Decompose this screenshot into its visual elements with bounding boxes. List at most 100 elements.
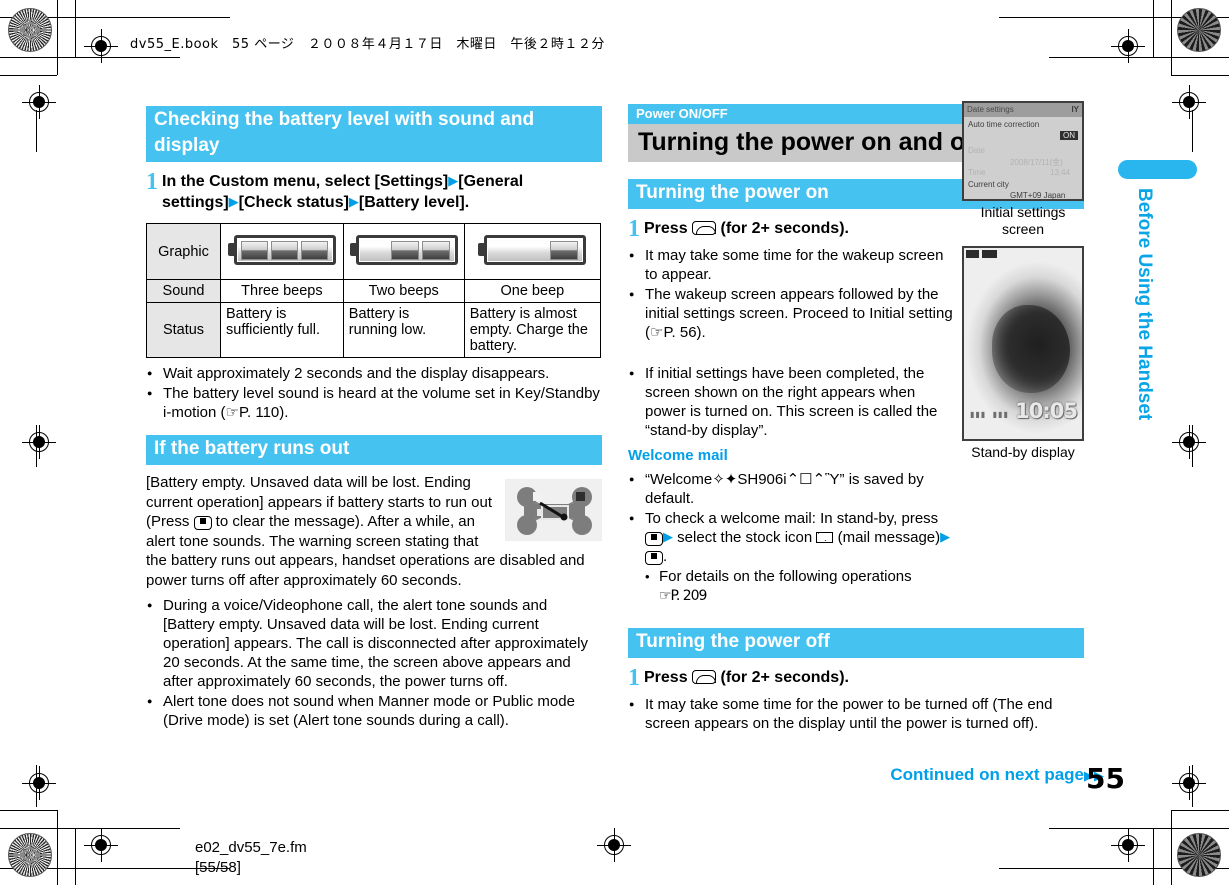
left-column: Checking the battery level with sound an… <box>146 106 602 730</box>
chapter-label: Before Using the Handset <box>1134 188 1155 421</box>
step-text-after: (for 2+ seconds). <box>720 669 849 686</box>
screen-time-value: 13:44 <box>1050 168 1071 177</box>
power-on-notes-standby: If initial settings have been completed,… <box>628 364 958 440</box>
step-1-power-on: 1 Press (for 2+ seconds). <box>628 216 958 242</box>
sub-note-text: For details on the following operations <box>659 568 912 585</box>
welcome-mail-notes: “Welcome✧✦SH906i⌃☐⌃Ὓ” is saved by defaul… <box>628 470 958 606</box>
continued-on-next-page: Continued on next page▶▶ <box>0 765 1104 785</box>
signal-icon <box>966 250 979 258</box>
stand-by-display-screenshot: ▮▮▮ ▮▮▮ 10:05 <box>962 246 1084 441</box>
step-text: Press (for 2+ seconds). <box>644 218 958 240</box>
step-number: 1 <box>146 169 158 195</box>
table-row-graphic: Graphic <box>146 223 602 280</box>
step-text: Press (for 2+ seconds). <box>644 667 1084 689</box>
sound-value: Two beeps <box>342 279 465 303</box>
center-key-icon <box>645 551 663 565</box>
section-heading-battery-level: Checking the battery level with sound an… <box>146 106 602 162</box>
standby-render: ▮▮▮ ▮▮▮ 10:05 <box>964 248 1082 439</box>
caption-stand-by-display: Stand-by display <box>971 444 1075 460</box>
step-text-before: Press <box>644 669 688 686</box>
status-value: Battery is almost empty. Charge the batt… <box>463 302 602 358</box>
battery-level-notes: Wait approximately 2 seconds and the dis… <box>146 364 602 422</box>
sub-note-item: For details on the following operations ☞… <box>628 567 958 606</box>
screen-line-date: Date <box>968 146 985 155</box>
note-item: If initial settings have been completed,… <box>628 364 958 440</box>
screen-title-bar: IY Date settings <box>964 103 1082 117</box>
step-number: 1 <box>628 665 640 691</box>
crossed-bones-svg <box>517 487 592 535</box>
row-label-status: Status <box>146 302 221 358</box>
screen-city-value: GMT+09 Japan <box>1010 191 1066 200</box>
status-value: Battery is sufficiently full. <box>220 302 344 358</box>
screen-line-current-city: Current city <box>968 180 1009 189</box>
note-text-tail: (mail message) <box>837 529 941 546</box>
chapter-tab <box>1118 160 1197 179</box>
note-item: Wait approximately 2 seconds and the dis… <box>146 364 602 383</box>
note-item: It may take some time for the power to b… <box>628 695 1084 733</box>
table-row-sound: Sound Three beeps Two beeps One beep <box>146 279 602 303</box>
table-row-status: Status Battery is sufficiently full. Bat… <box>146 302 602 358</box>
step-1-power-off: 1 Press (for 2+ seconds). <box>628 665 1084 691</box>
step-text-before: Press <box>644 220 688 237</box>
arrow-icon: ▶ <box>228 195 239 210</box>
power-on-notes-top: It may take some time for the wakeup scr… <box>628 246 958 342</box>
note-text-mid: select the stock icon <box>677 529 813 546</box>
initial-settings-render: IY Date settings Auto time correction ON… <box>964 103 1082 199</box>
footer-file-info: e02_dv55_7e.fm [55/58] <box>195 838 307 878</box>
step-part-1: In the Custom menu, select [Settings] <box>162 173 449 190</box>
arrow-icon: ▶ <box>663 530 673 545</box>
reference-pointer-icon: ☞P. 209 <box>659 588 707 604</box>
battery-low-icon <box>342 223 465 280</box>
section-heading-battery-runs-out: If the battery runs out <box>146 435 602 465</box>
battery-runs-out-block: [Battery empty. Unsaved data will be los… <box>146 473 602 590</box>
center-key-icon <box>193 516 212 530</box>
screen-title-right: IY <box>1071 105 1079 114</box>
sound-value: One beep <box>463 279 602 303</box>
row-label-sound: Sound <box>146 279 221 303</box>
note-item: During a voice/Videophone call, the aler… <box>146 596 602 691</box>
continued-label: Continued on next page <box>890 765 1084 784</box>
initial-settings-screen: IY Date settings Auto time correction ON… <box>962 101 1084 201</box>
note-item-check-welcome-mail: To check a welcome mail: In stand-by, pr… <box>628 509 958 566</box>
note-text-head: To check a welcome mail: In stand-by, pr… <box>645 510 939 527</box>
step-text: In the Custom menu, select [Settings]▶[G… <box>162 171 602 213</box>
footer-page-range: [55/58] <box>195 859 241 876</box>
note-item: The wakeup screen appears followed by th… <box>628 285 958 342</box>
wallpaper-image <box>992 305 1071 394</box>
note-item: It may take some time for the wakeup scr… <box>628 246 958 284</box>
battery-icon <box>982 250 997 258</box>
standby-small-label: ▮▮▮ ▮▮▮ <box>970 410 1009 419</box>
power-off-notes: It may take some time for the power to b… <box>628 695 1084 733</box>
step-number: 1 <box>628 216 640 242</box>
step-part-4: [Battery level]. <box>358 194 470 211</box>
step-1-battery-level: 1 In the Custom menu, select [Settings]▶… <box>146 169 602 213</box>
battery-runs-out-notes: During a voice/Videophone call, the aler… <box>146 596 602 730</box>
note-item: The battery level sound is heard at the … <box>146 384 602 422</box>
page-number: 55 <box>1086 762 1125 795</box>
welcome-mail-heading: Welcome mail <box>628 447 728 464</box>
screen-title-text: Date settings <box>967 105 1014 114</box>
footer-file-name: e02_dv55_7e.fm <box>195 839 307 856</box>
arrow-icon: ▶ <box>448 174 459 189</box>
section-heading-turning-power-off: Turning the power off <box>628 628 1084 658</box>
screen-date-value: 2008/17/11(金) <box>1010 158 1063 167</box>
battery-level-table: Graphic Sound Three beeps Two beeps One … <box>146 223 602 358</box>
sound-value: Three beeps <box>220 279 344 303</box>
caption-initial-settings: Initial settings screen <box>980 204 1066 237</box>
status-bar <box>966 250 997 258</box>
manual-page: Checking the battery level with sound an… <box>0 0 1229 885</box>
battery-full-icon <box>220 223 344 280</box>
note-item: Alert tone does not sound when Manner mo… <box>146 692 602 730</box>
standby-clock: 10:05 <box>1015 399 1078 423</box>
arrow-icon: ▶ <box>940 530 951 545</box>
center-key-icon <box>645 532 663 546</box>
mail-icon <box>816 532 834 543</box>
call-end-key-icon <box>692 670 717 684</box>
screen-line-auto-time: Auto time correction <box>968 120 1040 129</box>
call-end-key-icon <box>692 221 717 235</box>
screen-selected-value: ON <box>1060 131 1078 140</box>
screenshot-column: IY Date settings Auto time correction ON… <box>962 101 1084 469</box>
status-value: Battery is running low. <box>342 302 465 358</box>
step-part-3: [Check status] <box>238 194 349 211</box>
row-label-graphic: Graphic <box>146 223 221 280</box>
